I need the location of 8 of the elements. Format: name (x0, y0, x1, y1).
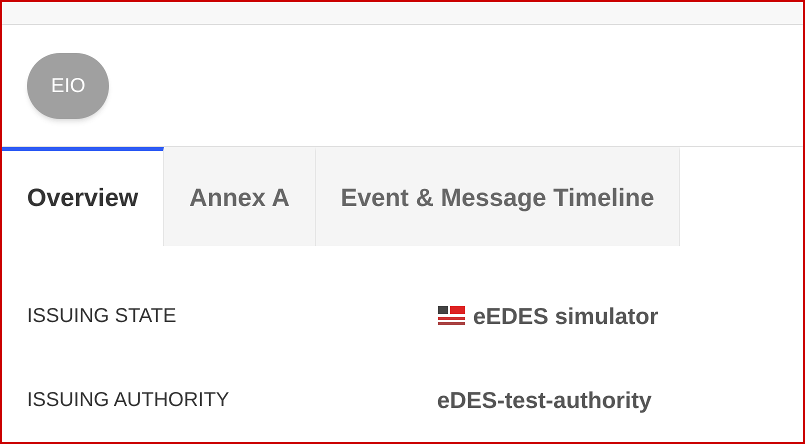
tab[interactable]: Event & Message Timeline (316, 147, 680, 246)
field-label: ISSUING AUTHORITY (27, 388, 230, 413)
tab[interactable]: Annex A (164, 147, 316, 246)
field-label: ISSUING STATE (27, 304, 178, 329)
tab[interactable]: Overview (2, 147, 164, 246)
field-value: eDES-test-authority (437, 386, 652, 415)
field-value: eEDES simulator (473, 302, 658, 331)
logo-icon (437, 304, 467, 328)
